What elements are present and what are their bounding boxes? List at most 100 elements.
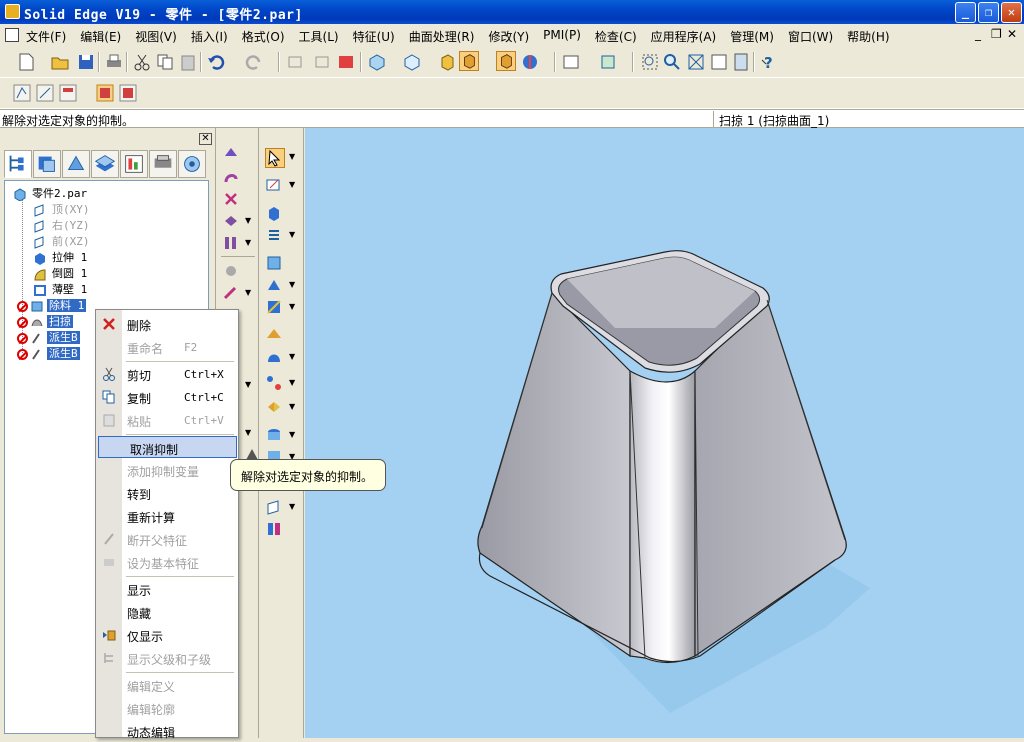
menu-item[interactable]: 工具(L) — [299, 28, 339, 45]
menu-item[interactable]: 格式(O) — [242, 28, 285, 45]
dropdown-arrow-icon[interactable]: ▼ — [245, 216, 251, 225]
surface-icon[interactable] — [265, 254, 283, 272]
hole-icon[interactable] — [222, 212, 240, 230]
dropdown-arrow-icon[interactable]: ▼ — [245, 380, 251, 389]
dropdown-arrow-icon[interactable]: ▼ — [289, 302, 295, 311]
tab-feature-library[interactable] — [33, 150, 61, 178]
mdi-close-button[interactable]: ✕ — [1007, 27, 1017, 41]
new-file-icon[interactable] — [16, 52, 36, 72]
dropdown-arrow-icon[interactable]: ▼ — [289, 430, 295, 439]
dropdown-arrow-icon[interactable]: ▼ — [245, 288, 251, 297]
shaded-edges-icon[interactable] — [496, 51, 516, 71]
context-menu-item[interactable]: 显示父级和子级 — [96, 647, 238, 669]
part-model-view[interactable] — [305, 128, 1024, 738]
context-menu-item[interactable]: 转到 — [96, 482, 238, 504]
menu-item[interactable]: 插入(I) — [191, 28, 228, 45]
cut-icon[interactable] — [132, 52, 152, 72]
plane-icon[interactable] — [265, 498, 283, 516]
swept-icon[interactable] — [265, 276, 283, 294]
mdi-minimize-button[interactable]: _ — [975, 27, 981, 41]
dropdown-arrow-icon[interactable]: ▼ — [289, 402, 295, 411]
tree-node[interactable]: 零件2.par — [13, 185, 89, 201]
normal-icon[interactable] — [265, 348, 283, 366]
context-menu-item[interactable]: 取消抑制 — [98, 436, 237, 458]
menu-item[interactable]: PMI(P) — [543, 28, 581, 45]
tree-node[interactable]: 顶(XY) — [33, 201, 92, 217]
context-menu-item[interactable]: 添加抑制变量 — [96, 459, 238, 481]
context-menu-item[interactable]: 复制 Ctrl+C — [96, 386, 238, 408]
dropdown-arrow-icon[interactable]: ▼ — [289, 180, 295, 189]
dropdown-arrow-icon[interactable]: ▼ — [289, 280, 295, 289]
paste-icon[interactable] — [178, 52, 198, 72]
context-menu-item[interactable]: 删除 — [96, 313, 238, 335]
menu-item[interactable]: 编辑(E) — [80, 28, 121, 45]
menu-item[interactable]: 文件(F) — [26, 28, 66, 45]
zoom-area-icon[interactable] — [640, 52, 660, 72]
tree-node[interactable]: 派生B — [17, 329, 80, 345]
panel-close-button[interactable]: ✕ — [199, 133, 212, 145]
sketch-icon[interactable] — [265, 176, 283, 194]
dropdown-arrow-icon[interactable]: ▼ — [289, 502, 295, 511]
document-icon[interactable] — [5, 28, 19, 42]
cutout-icon[interactable] — [222, 190, 240, 208]
context-menu-item[interactable]: 断开父特征 — [96, 528, 238, 550]
rotate-icon[interactable] — [731, 52, 751, 72]
menu-item[interactable]: 应用程序(A) — [651, 28, 717, 45]
menu-item[interactable]: 视图(V) — [135, 28, 177, 45]
context-menu-item[interactable]: 重命名 F2 — [96, 336, 238, 358]
feature-icon-b[interactable] — [35, 83, 55, 103]
context-menu-item[interactable]: 粘贴 Ctrl+V — [96, 409, 238, 431]
feature-icon-c[interactable] — [58, 83, 78, 103]
minimize-button[interactable]: _ — [955, 2, 976, 23]
menu-item[interactable]: 检查(C) — [595, 28, 637, 45]
loft-icon[interactable] — [265, 298, 283, 316]
tab-sensors[interactable] — [120, 150, 148, 178]
box-icon[interactable] — [437, 52, 457, 72]
feature-icon-a[interactable] — [12, 83, 32, 103]
tab-properties[interactable] — [178, 150, 206, 178]
context-menu-item[interactable]: 编辑轮廓 — [96, 697, 238, 719]
tree-node[interactable]: 扫掠 — [17, 313, 73, 329]
menu-item[interactable]: 特征(U) — [353, 28, 395, 45]
open-folder-icon[interactable] — [50, 52, 70, 72]
print-icon[interactable] — [104, 52, 124, 72]
dropdown-arrow-icon[interactable]: ▼ — [289, 152, 295, 161]
menu-item[interactable]: 管理(M) — [730, 28, 774, 45]
revolved-protrusion-icon[interactable] — [265, 226, 283, 244]
tree-node[interactable]: 前(XZ) — [33, 233, 92, 249]
helix-icon[interactable] — [265, 326, 283, 344]
menu-item[interactable]: 窗口(W) — [788, 28, 833, 45]
zoom-icon[interactable] — [662, 52, 682, 72]
context-menu-item[interactable]: 剪切 Ctrl+X — [96, 363, 238, 385]
menu-item[interactable]: 曲面处理(R) — [409, 28, 475, 45]
redo-icon[interactable] — [244, 52, 264, 72]
context-menu-item[interactable]: 设为基本特征 — [96, 551, 238, 573]
extrude-icon[interactable] — [265, 204, 283, 222]
menu-item[interactable]: 修改(Y) — [488, 28, 529, 45]
context-menu-item[interactable]: 重新计算 — [96, 505, 238, 527]
context-menu-item[interactable]: 编辑定义 — [96, 674, 238, 696]
tree-node[interactable]: 倒圆 1 — [33, 265, 89, 281]
tree-node[interactable]: 除料 1 — [17, 297, 87, 313]
tab-feature-pathfinder[interactable] — [4, 150, 32, 178]
dropdown-arrow-icon[interactable]: ▼ — [289, 230, 295, 239]
fit-icon[interactable] — [686, 52, 706, 72]
tool-icon-a[interactable] — [285, 52, 305, 72]
dropdown-arrow-icon[interactable]: ▼ — [289, 352, 295, 361]
thread-icon[interactable] — [265, 426, 283, 444]
close-button[interactable]: ✕ — [1001, 2, 1022, 23]
mdi-restore-button[interactable]: ❐ — [991, 27, 1002, 41]
tab-layers[interactable] — [91, 150, 119, 178]
graphics-viewport[interactable] — [305, 128, 1024, 738]
menu-item[interactable]: 帮助(H) — [847, 28, 889, 45]
revolve-icon[interactable] — [222, 168, 240, 186]
tab-family-of-parts[interactable] — [62, 150, 90, 178]
frame-icon[interactable] — [598, 52, 618, 72]
mirror-icon[interactable] — [265, 398, 283, 416]
select-arrow-icon[interactable] — [265, 148, 285, 168]
coordinate-icon[interactable] — [265, 520, 283, 538]
dropdown-arrow-icon[interactable]: ▼ — [245, 428, 251, 437]
display-icon[interactable] — [561, 52, 581, 72]
dropdown-arrow-icon[interactable]: ▼ — [245, 238, 251, 247]
sphere-icon[interactable] — [520, 52, 540, 72]
